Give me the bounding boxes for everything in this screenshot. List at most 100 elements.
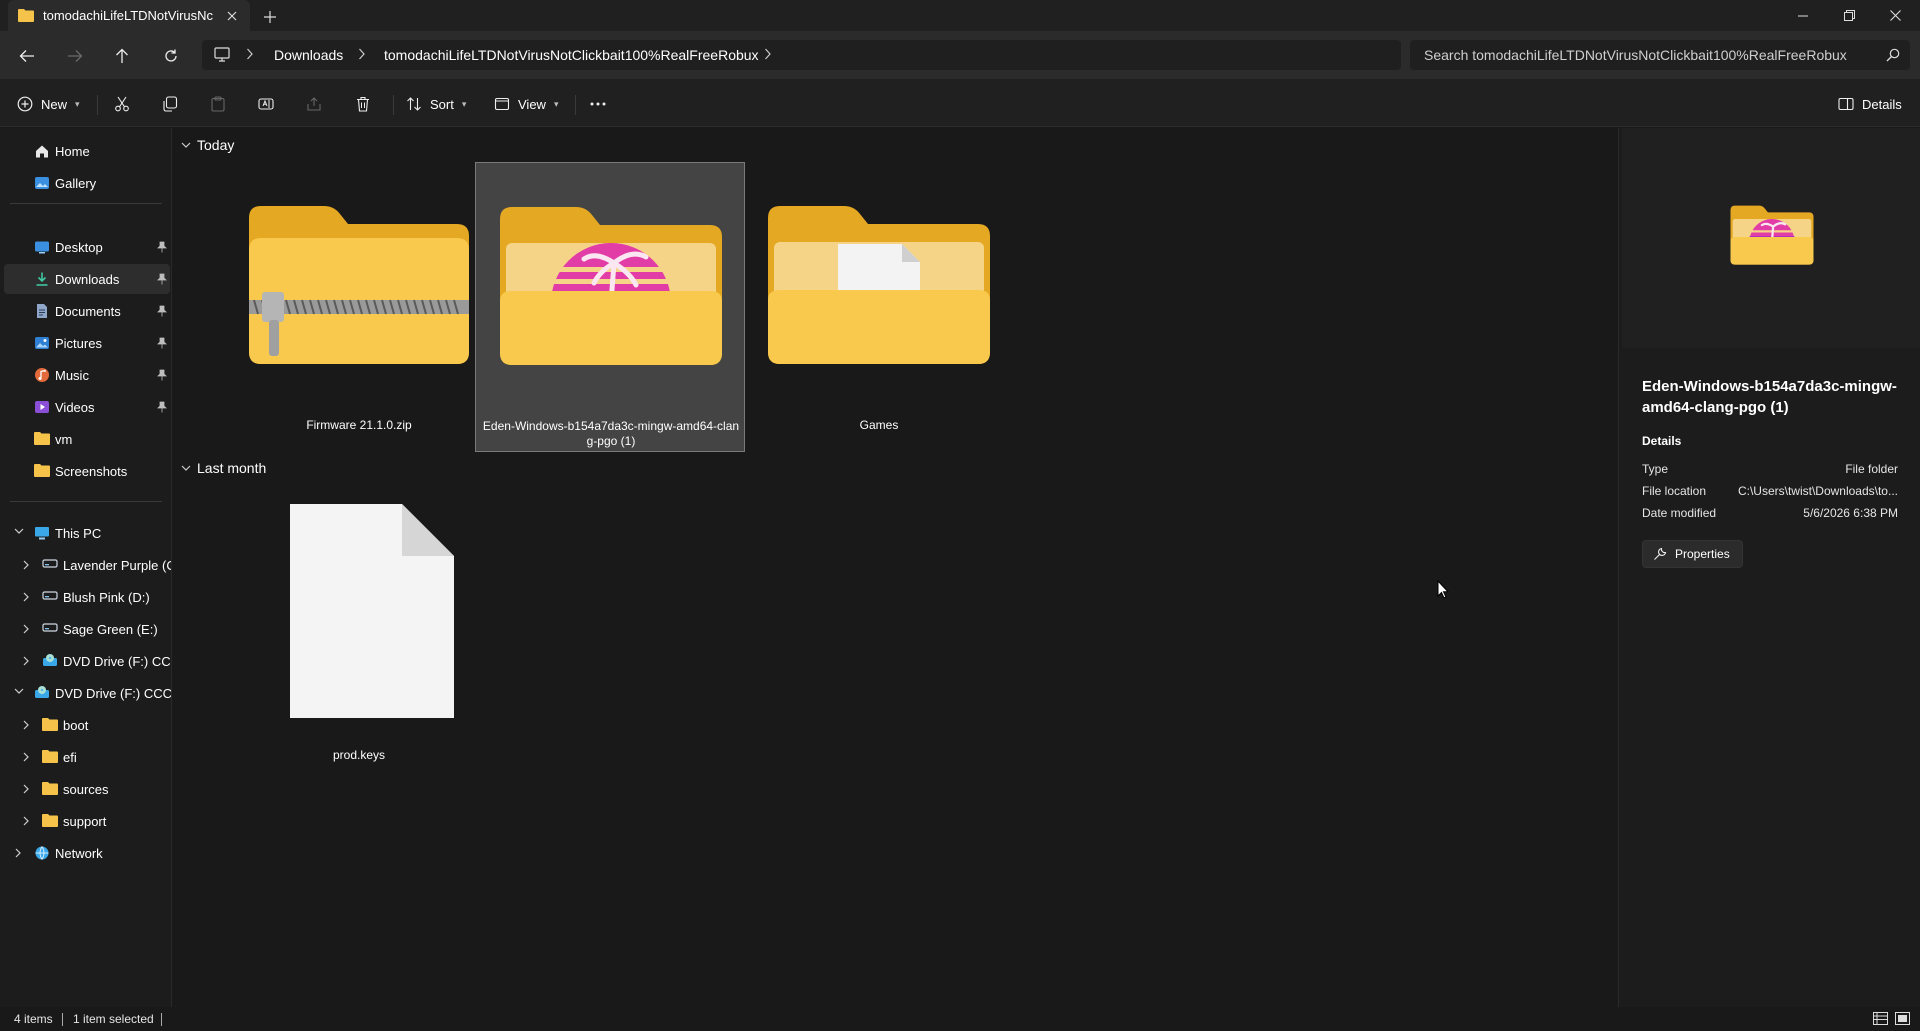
chevron-down-icon[interactable] [14,527,24,535]
breadcrumb-current-folder[interactable]: tomodachiLifeLTDNotVirusNotClickbait100%… [384,47,759,63]
breadcrumb-downloads[interactable]: Downloads [274,47,343,63]
folder-icon [42,717,58,731]
file-item-prod-keys[interactable]: prod.keys [224,484,494,774]
forward-arrow-icon[interactable] [61,42,89,70]
file-item-firmware-zip[interactable]: Firmware 21.1.0.zip [224,162,494,452]
restore-icon[interactable] [1826,0,1872,31]
details-title: Eden-Windows-b154a7da3c-mingw-amd64-clan… [1642,378,1897,416]
sidebar-item-sources[interactable]: sources [4,774,170,804]
divider [575,95,576,115]
sidebar-item-label: Blush Pink (D:) [63,590,150,605]
pin-icon [157,305,167,317]
file-name: prod.keys [332,748,386,762]
chevron-right-icon[interactable] [22,719,30,731]
sidebar-item-downloads[interactable]: Downloads [4,264,170,294]
sidebar-item-documents[interactable]: Documents [4,296,170,326]
gallery-icon [34,175,50,191]
chevron-right-icon[interactable] [14,847,22,859]
details-pane-button[interactable]: Details [1838,91,1902,117]
details-view-icon[interactable] [1873,1012,1888,1025]
new-button[interactable]: New ▾ [17,91,80,117]
file-item-eden-folder[interactable]: Eden-Windows-b154a7da3c-mingw-amd64-clan… [475,162,745,452]
group-header-last-month[interactable]: Last month [181,460,266,476]
sidebar-item-label: Pictures [55,336,102,351]
paste-button[interactable] [210,91,226,117]
title-bar: tomodachiLifeLTDNotVirusNc [0,0,1920,31]
sort-button[interactable]: Sort ▾ [406,91,466,117]
mouse-cursor-icon [1437,580,1449,599]
tab-active[interactable]: tomodachiLifeLTDNotVirusNc [8,0,250,31]
sidebar-item-sage-green-e[interactable]: Sage Green (E:) [4,614,170,644]
delete-button[interactable] [355,91,371,117]
large-icons-view-icon[interactable] [1895,1012,1910,1025]
properties-button[interactable]: Properties [1642,540,1743,568]
copy-icon [162,96,178,112]
desktop-icon [34,239,50,255]
chevron-right-icon[interactable] [22,815,30,827]
more-options-button[interactable] [590,91,606,117]
monitor-icon [214,47,230,62]
search-input[interactable]: Search tomodachiLifeLTDNotVirusNotClickb… [1410,40,1910,70]
sidebar-item-screenshots[interactable]: Screenshots [4,456,170,486]
sidebar-item-music[interactable]: Music [4,360,170,390]
sidebar-item-videos[interactable]: Videos [4,392,170,422]
sidebar-item-support[interactable]: support [4,806,170,836]
videos-icon [34,399,50,415]
sidebar-item-boot[interactable]: boot [4,710,170,740]
sidebar-item-home[interactable]: Home [4,136,170,166]
address-bar[interactable]: Downloads tomodachiLifeLTDNotVirusNotCli… [202,40,1401,70]
chevron-right-icon[interactable] [22,559,30,571]
sidebar-item-label: Desktop [55,240,103,255]
sidebar-item-dvd-drive-f-cccc[interactable]: DVD Drive (F:) CCCC [4,646,171,676]
documents-icon [34,303,50,319]
sidebar-item-label: Documents [55,304,121,319]
navigation-bar: Downloads tomodachiLifeLTDNotVirusNotCli… [0,31,1920,79]
sidebar-item-desktop[interactable]: Desktop [4,232,170,262]
chevron-right-icon[interactable] [22,591,30,603]
file-item-games-folder[interactable]: Games [744,162,1014,452]
divider [393,95,394,115]
navigation-pane: Home Gallery Desktop Downloads Documents Pic… [0,128,172,1007]
back-arrow-icon[interactable] [13,42,41,70]
sidebar-item-label: vm [55,432,73,447]
refresh-icon[interactable] [157,42,185,70]
chevron-right-icon[interactable] [22,751,30,763]
chevron-right-icon[interactable] [22,623,30,635]
chevron-right-icon[interactable] [22,655,30,667]
new-tab-button[interactable] [258,5,282,29]
share-button[interactable] [306,91,322,117]
divider [161,1013,162,1026]
sidebar-item-pictures[interactable]: Pictures [4,328,170,358]
sidebar-item-lavender-purple-c[interactable]: Lavender Purple (C:) [4,550,171,580]
view-button[interactable]: View ▾ [494,91,558,117]
plus-circle-icon [17,96,33,112]
search-icon[interactable] [1886,48,1900,62]
sidebar-item-label: This PC [55,526,102,541]
up-arrow-icon[interactable] [108,42,136,70]
chevron-right-icon[interactable] [764,47,772,61]
pc-icon [34,525,50,541]
sidebar-item-label: Gallery [55,176,97,191]
tab-close-icon[interactable] [222,6,242,26]
sidebar-item-dvd-drive-f-cccom[interactable]: DVD Drive (F:) CCCOM [4,678,171,708]
sidebar-item-blush-pink-d[interactable]: Blush Pink (D:) [4,582,170,612]
sidebar-item-network[interactable]: Network [4,838,170,868]
divider [10,203,162,204]
chevron-down-icon[interactable] [14,687,24,695]
chevron-down-icon [181,141,191,149]
minimize-icon[interactable] [1780,0,1826,31]
sidebar-item-vm[interactable]: vm [4,424,170,454]
dvd-icon [42,653,58,667]
close-window-icon[interactable] [1872,0,1918,31]
wrench-icon [1653,547,1667,561]
sidebar-item-gallery[interactable]: Gallery [4,168,170,198]
chevron-right-icon[interactable] [22,783,30,795]
cut-button[interactable] [114,91,130,117]
folder-icon [42,749,58,763]
sidebar-item-efi[interactable]: efi [4,742,170,772]
rename-button[interactable] [258,91,274,117]
copy-button[interactable] [162,91,178,117]
folder-icon [34,431,50,445]
group-header-today[interactable]: Today [181,137,234,153]
sidebar-item-this-pc[interactable]: This PC [4,518,170,548]
